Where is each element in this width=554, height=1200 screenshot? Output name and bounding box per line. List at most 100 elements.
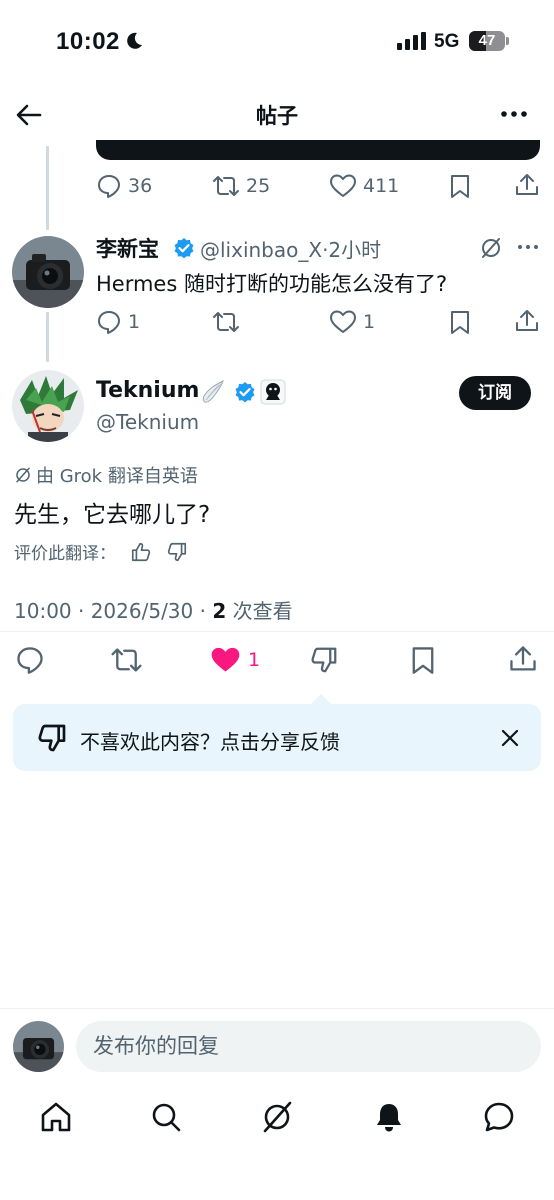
avatar[interactable] [12,370,84,442]
thread-line [46,146,49,230]
reply-count: 1 [128,311,141,333]
battery-nub [506,37,509,45]
avatar[interactable] [13,1021,64,1072]
more-icon [518,245,538,249]
share-button[interactable] [508,644,538,674]
feedback-pointer [311,694,331,704]
divider [0,631,554,632]
more-icon [501,111,527,117]
network-label: 5G [434,31,460,52]
nav-messages[interactable] [482,1100,516,1134]
retweet-action[interactable]: 25 [212,173,270,199]
like-icon [330,310,356,333]
view-count: 2 [212,599,227,623]
tweet-meta: 10:00 · 2026/5/30 · 2 次查看 [14,595,293,624]
retweet-button[interactable] [110,645,143,675]
grok-icon [482,238,500,258]
like-count: 1 [248,649,261,671]
thumbs-down-icon [36,722,68,754]
camera-avatar-image [12,236,84,308]
share-icon [510,646,536,671]
battery-level: 47 [478,32,496,49]
grok-button[interactable] [479,236,503,260]
retweet-icon [213,312,239,332]
nav-home[interactable] [39,1100,73,1134]
like-icon [330,174,356,197]
reply-input[interactable]: 发布你的回复 [76,1021,541,1072]
translation-note-text: 由 Grok 翻译自英语 [36,466,198,487]
bookmark-button[interactable] [447,173,473,199]
retweet-icon [111,648,142,672]
media-preview[interactable] [96,140,540,160]
home-icon [41,1102,71,1132]
wing-emoji-icon [199,378,227,406]
nav-search[interactable] [149,1100,183,1134]
reply-count: 36 [128,175,153,197]
reply-more-button[interactable] [517,243,539,251]
teknium-avatar-image [12,370,84,442]
nav-notifications[interactable] [372,1100,406,1134]
main-author-name[interactable]: Teknium [96,378,199,403]
status-time: 10:02 [56,28,120,55]
reply-author-name[interactable]: 李新宝 [96,233,159,263]
like-count: 1 [363,311,376,333]
reply-button[interactable] [15,645,45,675]
translation-note[interactable]: 由 Grok 翻译自英语 [14,462,198,488]
retweet-action[interactable] [212,309,240,335]
retweet-icon [213,176,239,196]
retweet-count: 25 [246,175,271,197]
bookmark-icon [412,647,434,674]
page-title: 帖子 [256,104,298,128]
share-icon [516,174,538,195]
signal-icon [397,32,427,50]
reply-text: Hermes 随时打断的功能怎么没有了? [96,272,448,296]
search-icon [152,1103,181,1132]
moon-icon [124,31,144,51]
verified-icon [173,237,195,259]
avatar[interactable] [12,236,84,308]
bookmark-icon [451,311,469,334]
verified-icon [234,381,256,403]
battery-indicator: 47 [469,31,505,51]
thumbs-down-icon [311,647,337,673]
rate-translation: 评价此翻译： [14,539,188,564]
like-action[interactable]: 1 [329,309,375,335]
like-button[interactable]: 1 [209,645,260,675]
subscribe-button[interactable]: 订阅 [459,376,531,410]
close-button[interactable] [499,727,521,749]
affiliate-badge-icon[interactable] [260,378,286,406]
reply-icon [98,175,120,198]
reply-icon [98,311,120,334]
close-icon [501,729,519,747]
bookmark-button[interactable] [408,645,438,675]
tweet-timestamp: 10:00 · 2026/5/30 · [14,599,213,623]
bell-icon [377,1104,401,1132]
view-label[interactable]: 次查看 [226,599,293,623]
share-button[interactable] [514,172,540,198]
more-button[interactable] [498,104,532,124]
camera-avatar-image [13,1021,64,1072]
grok-icon [263,1101,292,1133]
nav-grok[interactable] [260,1100,294,1134]
dislike-button[interactable] [309,645,339,675]
reply-handle-time[interactable]: @lixinbao_X·2小时 [200,234,381,263]
share-icon [516,310,538,331]
like-action[interactable]: 411 [329,173,399,199]
like-icon-filled [211,647,240,672]
divider [0,1008,554,1009]
messages-icon [484,1102,514,1132]
reply-action[interactable]: 36 [96,173,152,199]
grok-icon [16,467,30,483]
thumbs-down-icon[interactable] [166,541,188,563]
bookmark-button[interactable] [447,309,473,335]
share-button[interactable] [514,308,540,334]
thumbs-up-icon[interactable] [130,541,152,563]
rate-translation-label: 评价此翻译： [14,544,116,564]
feedback-text[interactable]: 不喜欢此内容？点击分享反馈 [80,726,340,755]
bookmark-icon [451,175,469,198]
reply-action[interactable]: 1 [96,309,140,335]
main-tweet-text: 先生，它去哪儿了? [14,502,211,528]
main-author-handle[interactable]: @Teknium [96,410,199,434]
reply-icon [17,647,43,674]
like-count: 411 [363,175,400,197]
